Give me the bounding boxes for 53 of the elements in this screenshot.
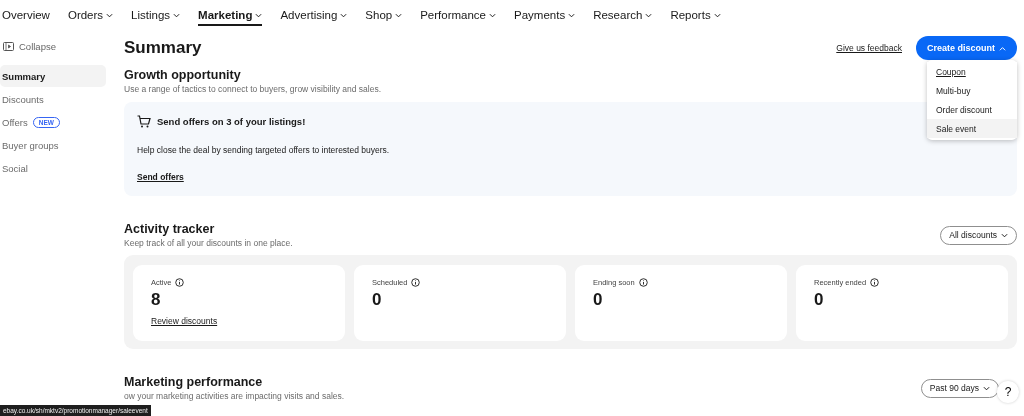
create-discount-button[interactable]: Create discount <box>916 36 1017 60</box>
send-offers-link[interactable]: Send offers <box>137 172 184 182</box>
stat-value: 0 <box>372 290 383 310</box>
stat-value: 8 <box>151 290 162 310</box>
nav-tab[interactable]: Payments <box>514 4 576 26</box>
feedback-link[interactable]: Give us feedback <box>836 43 902 53</box>
sidebar-label: Offers <box>2 116 28 128</box>
collapse-button[interactable]: Collapse <box>0 38 124 55</box>
sidebar-label: Summary <box>2 70 46 82</box>
nav-tab[interactable]: Orders <box>67 4 114 26</box>
nav-tab[interactable]: Overview <box>2 4 50 26</box>
offer-text: Help close the deal by sending targeted offers to interested buyers. <box>137 145 391 155</box>
sidebar-label: Social <box>2 162 28 174</box>
section-title: Activity tracker <box>124 222 215 236</box>
nav-tab[interactable]: Research <box>593 4 653 26</box>
section-description: ow your marketing activities are impacting visits and sales. <box>124 391 345 401</box>
collapse-icon <box>3 42 14 51</box>
menu-item[interactable]: Order discount <box>927 100 1017 119</box>
nav-tab[interactable]: Listings <box>131 4 181 26</box>
chevron-icon <box>999 45 1006 51</box>
info-icon <box>638 278 648 287</box>
cart-icon <box>137 115 151 128</box>
period-dropdown[interactable]: Past 90 days <box>920 378 999 398</box>
nav-tab[interactable]: Shop <box>365 4 403 26</box>
section-title: Growth opportunity <box>124 68 241 82</box>
sidebar-item[interactable]: Buyer groups <box>0 134 106 156</box>
review-link[interactable]: Review discounts <box>151 316 218 326</box>
page-title: Summary <box>124 38 203 58</box>
section-description: Use a range of tactics to connect to buyers, grow visibility and sales. <box>124 84 381 94</box>
nav-tab[interactable]: Performance <box>420 4 496 26</box>
stat-value: 0 <box>814 290 825 310</box>
filter-dropdown[interactable]: All discounts <box>940 225 1017 245</box>
menu-item[interactable]: Sale event <box>927 119 1017 138</box>
sidebar-item[interactable]: Summary <box>0 65 106 87</box>
info-icon <box>411 278 421 287</box>
sidebar-label: Buyer groups <box>2 139 59 151</box>
stat-value: 0 <box>593 290 604 310</box>
chevron-icon <box>1001 232 1008 238</box>
chevron-icon <box>983 385 990 391</box>
section-description: Keep track of all your discounts in one place. <box>124 238 293 248</box>
sidebar-item[interactable]: Social <box>0 157 106 179</box>
offer-title: Send offers on 3 of your listings! <box>157 116 306 127</box>
section-title: Marketing performance <box>124 375 263 389</box>
menu-item[interactable]: Coupon <box>927 62 1017 81</box>
sidebar-label: Discounts <box>2 93 44 105</box>
info-icon <box>870 278 880 287</box>
nav-tab[interactable]: Marketing <box>198 4 263 26</box>
help-button[interactable]: ? <box>997 381 1019 403</box>
info-icon <box>175 278 185 287</box>
nav-tab[interactable]: Advertising <box>280 4 348 26</box>
sidebar-item[interactable]: Discounts <box>0 88 106 110</box>
nav-tab[interactable]: Reports <box>670 4 721 26</box>
menu-item[interactable]: Multi-buy <box>927 81 1017 100</box>
